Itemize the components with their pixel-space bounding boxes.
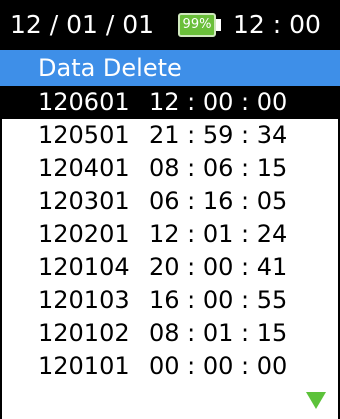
record-time: 20 : 00 : 41 [149,253,288,281]
record-id: 120501 [38,121,130,149]
record-id: 120102 [38,319,130,347]
record-id: 120101 [38,352,130,380]
record-id: 120401 [38,154,130,182]
status-time: 12 : 00 [233,10,321,39]
battery-icon: 99% [178,13,221,37]
record-time: 12 : 00 : 00 [149,88,288,116]
record-id: 120103 [38,286,130,314]
record-row[interactable]: 120104 20 : 00 : 41 [0,251,340,284]
record-time: 08 : 06 : 15 [149,154,288,182]
record-time: 21 : 59 : 34 [149,121,288,149]
record-row[interactable]: 120201 12 : 01 : 24 [0,218,340,251]
record-time: 12 : 01 : 24 [149,220,288,248]
status-date: 12 / 01 / 01 [10,10,155,39]
record-id: 120201 [38,220,130,248]
record-row[interactable]: 120101 00 : 00 : 00 [0,350,340,383]
record-time: 16 : 00 : 55 [149,286,288,314]
record-row[interactable]: 120102 08 : 01 : 15 [0,317,340,350]
record-id: 120601 [38,88,130,116]
record-id: 120104 [38,253,130,281]
scroll-down-arrow-icon[interactable] [306,392,326,409]
title-bar: Data Delete [0,50,340,86]
record-id: 120301 [38,187,130,215]
record-time: 00 : 00 : 00 [149,352,288,380]
battery-tip [216,19,221,31]
record-row[interactable]: 120601 12 : 00 : 00 [0,86,340,119]
screen-title: Data Delete [38,54,182,82]
record-time: 08 : 01 : 15 [149,319,288,347]
device-screen: 12 / 01 / 01 99% 12 : 00 Data Delete 120… [0,0,340,419]
record-row[interactable]: 120501 21 : 59 : 34 [0,119,340,152]
battery-percent: 99% [182,17,212,32]
status-bar: 12 / 01 / 01 99% 12 : 00 [0,0,340,50]
record-row[interactable]: 120301 06 : 16 : 05 [0,185,340,218]
record-row[interactable]: 120401 08 : 06 : 15 [0,152,340,185]
record-list[interactable]: 120601 12 : 00 : 00 120501 21 : 59 : 34 … [0,86,340,383]
record-row[interactable]: 120103 16 : 00 : 55 [0,284,340,317]
record-time: 06 : 16 : 05 [149,187,288,215]
